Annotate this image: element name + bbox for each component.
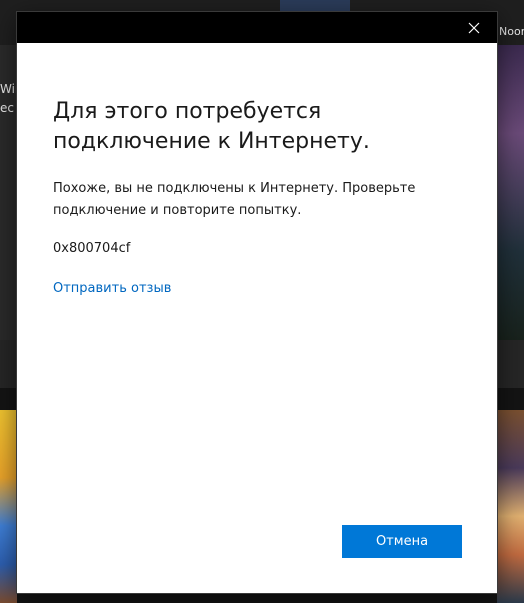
background-right-text: Noor: [499, 25, 524, 38]
screen: Win ес Noor Для этого потребуется подклю…: [0, 0, 524, 603]
background-right-panel: [497, 45, 524, 340]
background-right-band: [497, 340, 524, 388]
dialog-title: Для этого потребуется подключение к Инте…: [53, 99, 370, 154]
dialog-titlebar: [17, 12, 497, 43]
background-left-band: [0, 340, 17, 388]
cancel-button[interactable]: Отмена: [342, 525, 462, 558]
background-left-text-line-1: Win: [0, 82, 17, 96]
close-button[interactable]: [451, 12, 497, 43]
dialog-message: Похоже, вы не подключены к Интернету. Пр…: [53, 181, 416, 218]
background-right-thumbnail[interactable]: [497, 410, 524, 603]
send-feedback-link[interactable]: Отправить отзыв: [53, 279, 171, 299]
background-left-text: Win ес: [0, 80, 17, 118]
connection-required-dialog: Для этого потребуется подключение к Инте…: [17, 12, 497, 593]
error-code: 0x800704cf: [53, 241, 131, 256]
background-left-text-line-2: ес: [0, 101, 14, 115]
background-left-thumbnail[interactable]: [0, 410, 17, 603]
close-icon: [468, 22, 480, 33]
